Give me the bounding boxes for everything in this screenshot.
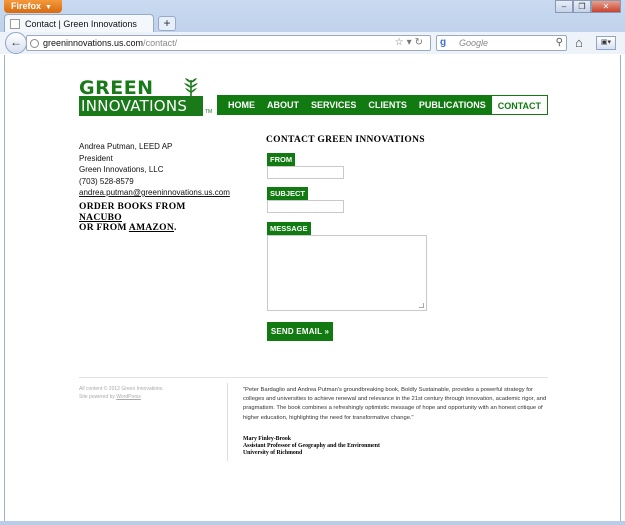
page-favicon-icon bbox=[10, 19, 20, 29]
sprout-icon bbox=[184, 78, 198, 97]
contact-company: Green Innovations, LLC bbox=[79, 165, 164, 174]
footer-vertical-divider bbox=[227, 383, 228, 461]
close-window-icon[interactable]: ✕ bbox=[591, 0, 621, 13]
resize-grip-icon[interactable] bbox=[419, 303, 424, 308]
bookmark-star-icon[interactable]: ☆▾↻ bbox=[395, 37, 426, 48]
url-domain: greeninnovations.us.com bbox=[43, 38, 144, 48]
firefox-menu-label: Firefox bbox=[11, 1, 42, 11]
wordpress-link[interactable]: WordPress bbox=[116, 394, 141, 400]
testimonial-quote: "Peter Bardaglio and Andrea Putman's gro… bbox=[243, 387, 547, 421]
nav-home[interactable]: HOME bbox=[217, 95, 261, 115]
subject-label: SUBJECT bbox=[267, 187, 309, 200]
nacubo-link[interactable]: NACUBO bbox=[79, 213, 122, 223]
google-icon: g bbox=[440, 37, 447, 48]
address-bar[interactable]: greeninnovations.us.com/contact/ ☆▾↻ bbox=[26, 35, 431, 51]
order-books-text: ORDER BOOKS FROM NACUBO OR FROM AMAZON. bbox=[79, 202, 229, 234]
url-path: /contact/ bbox=[143, 38, 178, 48]
contact-phone: (703) 528-8579 bbox=[79, 176, 134, 186]
footer-divider bbox=[79, 377, 548, 378]
from-label: FROM bbox=[267, 153, 296, 166]
nav-publications[interactable]: PUBLICATIONS bbox=[413, 95, 492, 115]
new-tab-button[interactable]: + bbox=[158, 16, 176, 31]
nav-clients[interactable]: CLIENTS bbox=[362, 95, 413, 115]
contact-title: President bbox=[79, 153, 113, 163]
logo-trademark: TM bbox=[205, 109, 213, 115]
amazon-link[interactable]: AMAZON bbox=[129, 223, 174, 233]
site-logo[interactable]: GREEN INNOVATIONS TM bbox=[79, 77, 214, 117]
contact-info: Andrea Putman, LEED AP President Green I… bbox=[79, 141, 230, 199]
copyright-line: All content © 2012 Green Innovations. bbox=[79, 386, 164, 392]
search-placeholder: Google bbox=[459, 38, 489, 48]
back-button[interactable]: ← bbox=[5, 32, 27, 54]
powered-by-prefix: Site powered by bbox=[79, 393, 115, 400]
window-controls: – ❐ ✕ bbox=[555, 0, 621, 13]
from-field[interactable] bbox=[267, 166, 344, 179]
search-icon[interactable]: ⚲ bbox=[556, 37, 563, 48]
page-viewport: GREEN INNOVATIONS TM HOME ABOUT SERVICES… bbox=[4, 55, 621, 521]
testimonial-attribution: Mary Finley-Brook Assistant Professor of… bbox=[243, 436, 380, 457]
firefox-menu-button[interactable]: Firefox ▼ bbox=[4, 0, 62, 13]
globe-icon bbox=[30, 39, 39, 48]
form-heading: CONTACT GREEN INNOVATIONS bbox=[266, 135, 425, 145]
window-bottom-frame bbox=[0, 521, 625, 525]
send-email-button[interactable]: SEND EMAIL » bbox=[267, 322, 333, 341]
message-label: MESSAGE bbox=[267, 222, 311, 235]
order-prefix: ORDER BOOKS FROM bbox=[79, 202, 186, 212]
dropdown-arrow-icon: ▼ bbox=[45, 4, 52, 11]
logo-word-bottom: INNOVATIONS bbox=[79, 96, 203, 116]
order-mid: OR FROM bbox=[79, 223, 127, 233]
main-navigation: HOME ABOUT SERVICES CLIENTS PUBLICATIONS… bbox=[217, 95, 548, 115]
copyright-text: All content © 2012 Green Innovations. Si… bbox=[79, 386, 164, 401]
restore-icon[interactable]: ❐ bbox=[573, 0, 591, 13]
minimize-icon[interactable]: – bbox=[555, 0, 573, 13]
attribution-org: University of Richmond bbox=[243, 450, 303, 456]
tools-menu-icon[interactable]: ▣▾ bbox=[596, 36, 616, 50]
tab-title: Contact | Green Innovations bbox=[25, 19, 137, 29]
contact-email-link[interactable]: andrea.putman@greeninnovations.us.com bbox=[79, 188, 230, 197]
order-suffix: . bbox=[173, 223, 177, 233]
home-icon[interactable]: ⌂ bbox=[575, 35, 583, 50]
message-textarea[interactable] bbox=[267, 235, 427, 311]
nav-about[interactable]: ABOUT bbox=[261, 95, 305, 115]
subject-field[interactable] bbox=[267, 200, 344, 213]
search-bar[interactable]: g Google ⚲ bbox=[436, 35, 567, 51]
nav-services[interactable]: SERVICES bbox=[305, 95, 362, 115]
attribution-title: Assistant Professor of Geography and the… bbox=[243, 443, 380, 449]
browser-tab[interactable]: Contact | Green Innovations bbox=[4, 14, 154, 32]
nav-contact[interactable]: CONTACT bbox=[491, 95, 548, 115]
contact-name: Andrea Putman, LEED AP bbox=[79, 142, 173, 151]
attribution-name: Mary Finley-Brook bbox=[243, 436, 292, 442]
